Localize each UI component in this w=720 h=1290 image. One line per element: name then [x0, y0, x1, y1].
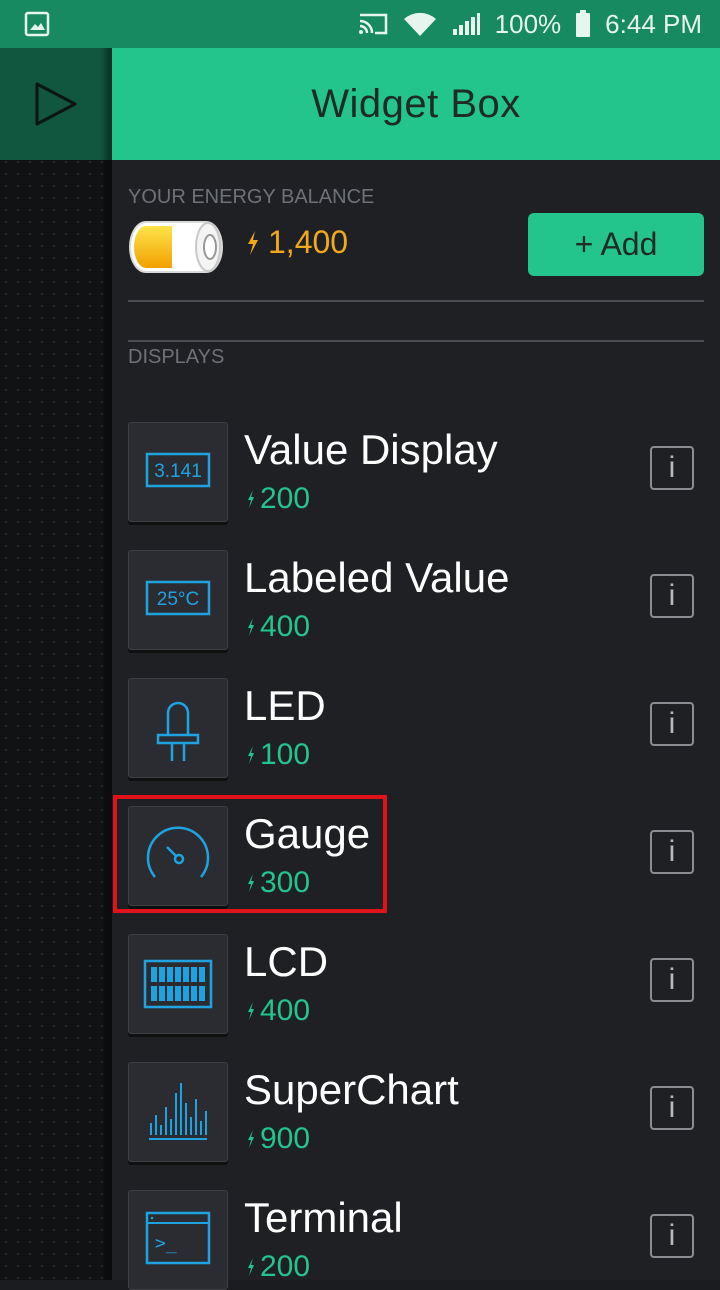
terminal-icon: >_	[145, 1211, 211, 1265]
section-label-displays: DISPLAYS	[128, 346, 225, 368]
widget-item-terminal[interactable]: >_ Terminal 200 i	[128, 1190, 704, 1290]
widget-tile[interactable]: 3.141	[128, 422, 228, 522]
widget-cost: 400	[246, 994, 310, 1028]
info-button[interactable]: i	[650, 958, 694, 1002]
widget-cost-value: 900	[260, 1122, 311, 1155]
play-button[interactable]	[0, 48, 112, 160]
widget-item-labeled-value[interactable]: 25°C Labeled Value 400 i	[128, 550, 704, 650]
widget-cost-value: 400	[260, 994, 311, 1027]
battery-icon	[576, 10, 591, 37]
divider	[128, 340, 704, 342]
highlight-box	[113, 795, 387, 913]
widget-tile[interactable]	[128, 934, 228, 1034]
play-icon	[35, 82, 77, 126]
info-button[interactable]: i	[650, 1086, 694, 1130]
energy-bolt-icon	[248, 230, 258, 255]
widget-item-value-display[interactable]: 3.141 Value Display 200 i	[128, 422, 704, 522]
widget-tile[interactable]	[128, 678, 228, 778]
widget-cost-value: 200	[260, 482, 311, 515]
led-icon	[156, 701, 200, 761]
energy-battery-icon	[129, 221, 223, 273]
image-notification-icon	[24, 11, 50, 37]
cast-icon	[358, 13, 387, 35]
widget-name: SuperChart	[244, 1066, 459, 1113]
widget-name: Value Display	[244, 426, 498, 473]
widget-box-drawer: Widget Box YOUR ENERGY BALANCE 1,400 + A…	[112, 48, 720, 1290]
terminal-icon-text: >_	[155, 1233, 177, 1254]
bolt-icon	[248, 1002, 254, 1020]
widget-cost: 100	[246, 738, 310, 772]
info-button[interactable]: i	[650, 1214, 694, 1258]
info-button[interactable]: i	[650, 702, 694, 746]
drawer-header: Widget Box	[112, 48, 720, 160]
widget-item-led[interactable]: LED 100 i	[128, 678, 704, 778]
bolt-icon	[248, 746, 254, 764]
clock: 6:44 PM	[605, 8, 702, 39]
widget-cost: 400	[246, 610, 310, 644]
bolt-icon	[248, 1130, 254, 1148]
energy-balance-label: YOUR ENERGY BALANCE	[128, 186, 375, 208]
drawer-title: Widget Box	[311, 81, 521, 126]
widget-name: LED	[244, 682, 326, 729]
widget-cost-value: 200	[260, 1250, 311, 1283]
widget-item-lcd[interactable]: LCD 400 i	[128, 934, 704, 1034]
widget-name: Labeled Value	[244, 554, 510, 601]
widget-name: Terminal	[244, 1194, 403, 1241]
status-bar: 100% 6:44 PM	[0, 0, 720, 48]
widget-tile[interactable]	[128, 1062, 228, 1162]
widget-item-superchart[interactable]: SuperChart 900 i	[128, 1062, 704, 1162]
value-display-icon-text: 3.141	[154, 461, 202, 482]
widget-tile[interactable]: >_	[128, 1190, 228, 1290]
widget-name: LCD	[244, 938, 329, 985]
widget-cost: 200	[246, 482, 310, 516]
widget-cost-value: 100	[260, 738, 311, 771]
wifi-icon	[403, 12, 436, 37]
widget-cost: 200	[246, 1250, 310, 1284]
labeled-value-icon-text: 25°C	[157, 589, 199, 610]
labeled-value-icon: 25°C	[145, 580, 211, 616]
info-button[interactable]: i	[650, 446, 694, 490]
widget-cost-value: 400	[260, 610, 311, 643]
info-button[interactable]: i	[650, 574, 694, 618]
app-canvas-strip[interactable]	[0, 48, 112, 1280]
value-display-icon: 3.141	[145, 452, 211, 488]
widget-tile[interactable]: 25°C	[128, 550, 228, 650]
energy-balance: 1,400	[246, 224, 348, 261]
widget-cost: 900	[246, 1122, 310, 1156]
drawer-shadow	[100, 48, 112, 1280]
divider	[128, 300, 704, 302]
battery-percent: 100%	[494, 8, 562, 39]
energy-balance-value: 1,400	[268, 224, 349, 260]
lcd-icon	[143, 959, 213, 1009]
bolt-icon	[248, 1258, 254, 1276]
info-button[interactable]: i	[650, 830, 694, 874]
superchart-icon	[149, 1083, 207, 1140]
bolt-icon	[248, 618, 254, 636]
signal-icon	[452, 13, 480, 35]
add-energy-button[interactable]: + Add	[528, 213, 704, 276]
bolt-icon	[248, 490, 254, 508]
